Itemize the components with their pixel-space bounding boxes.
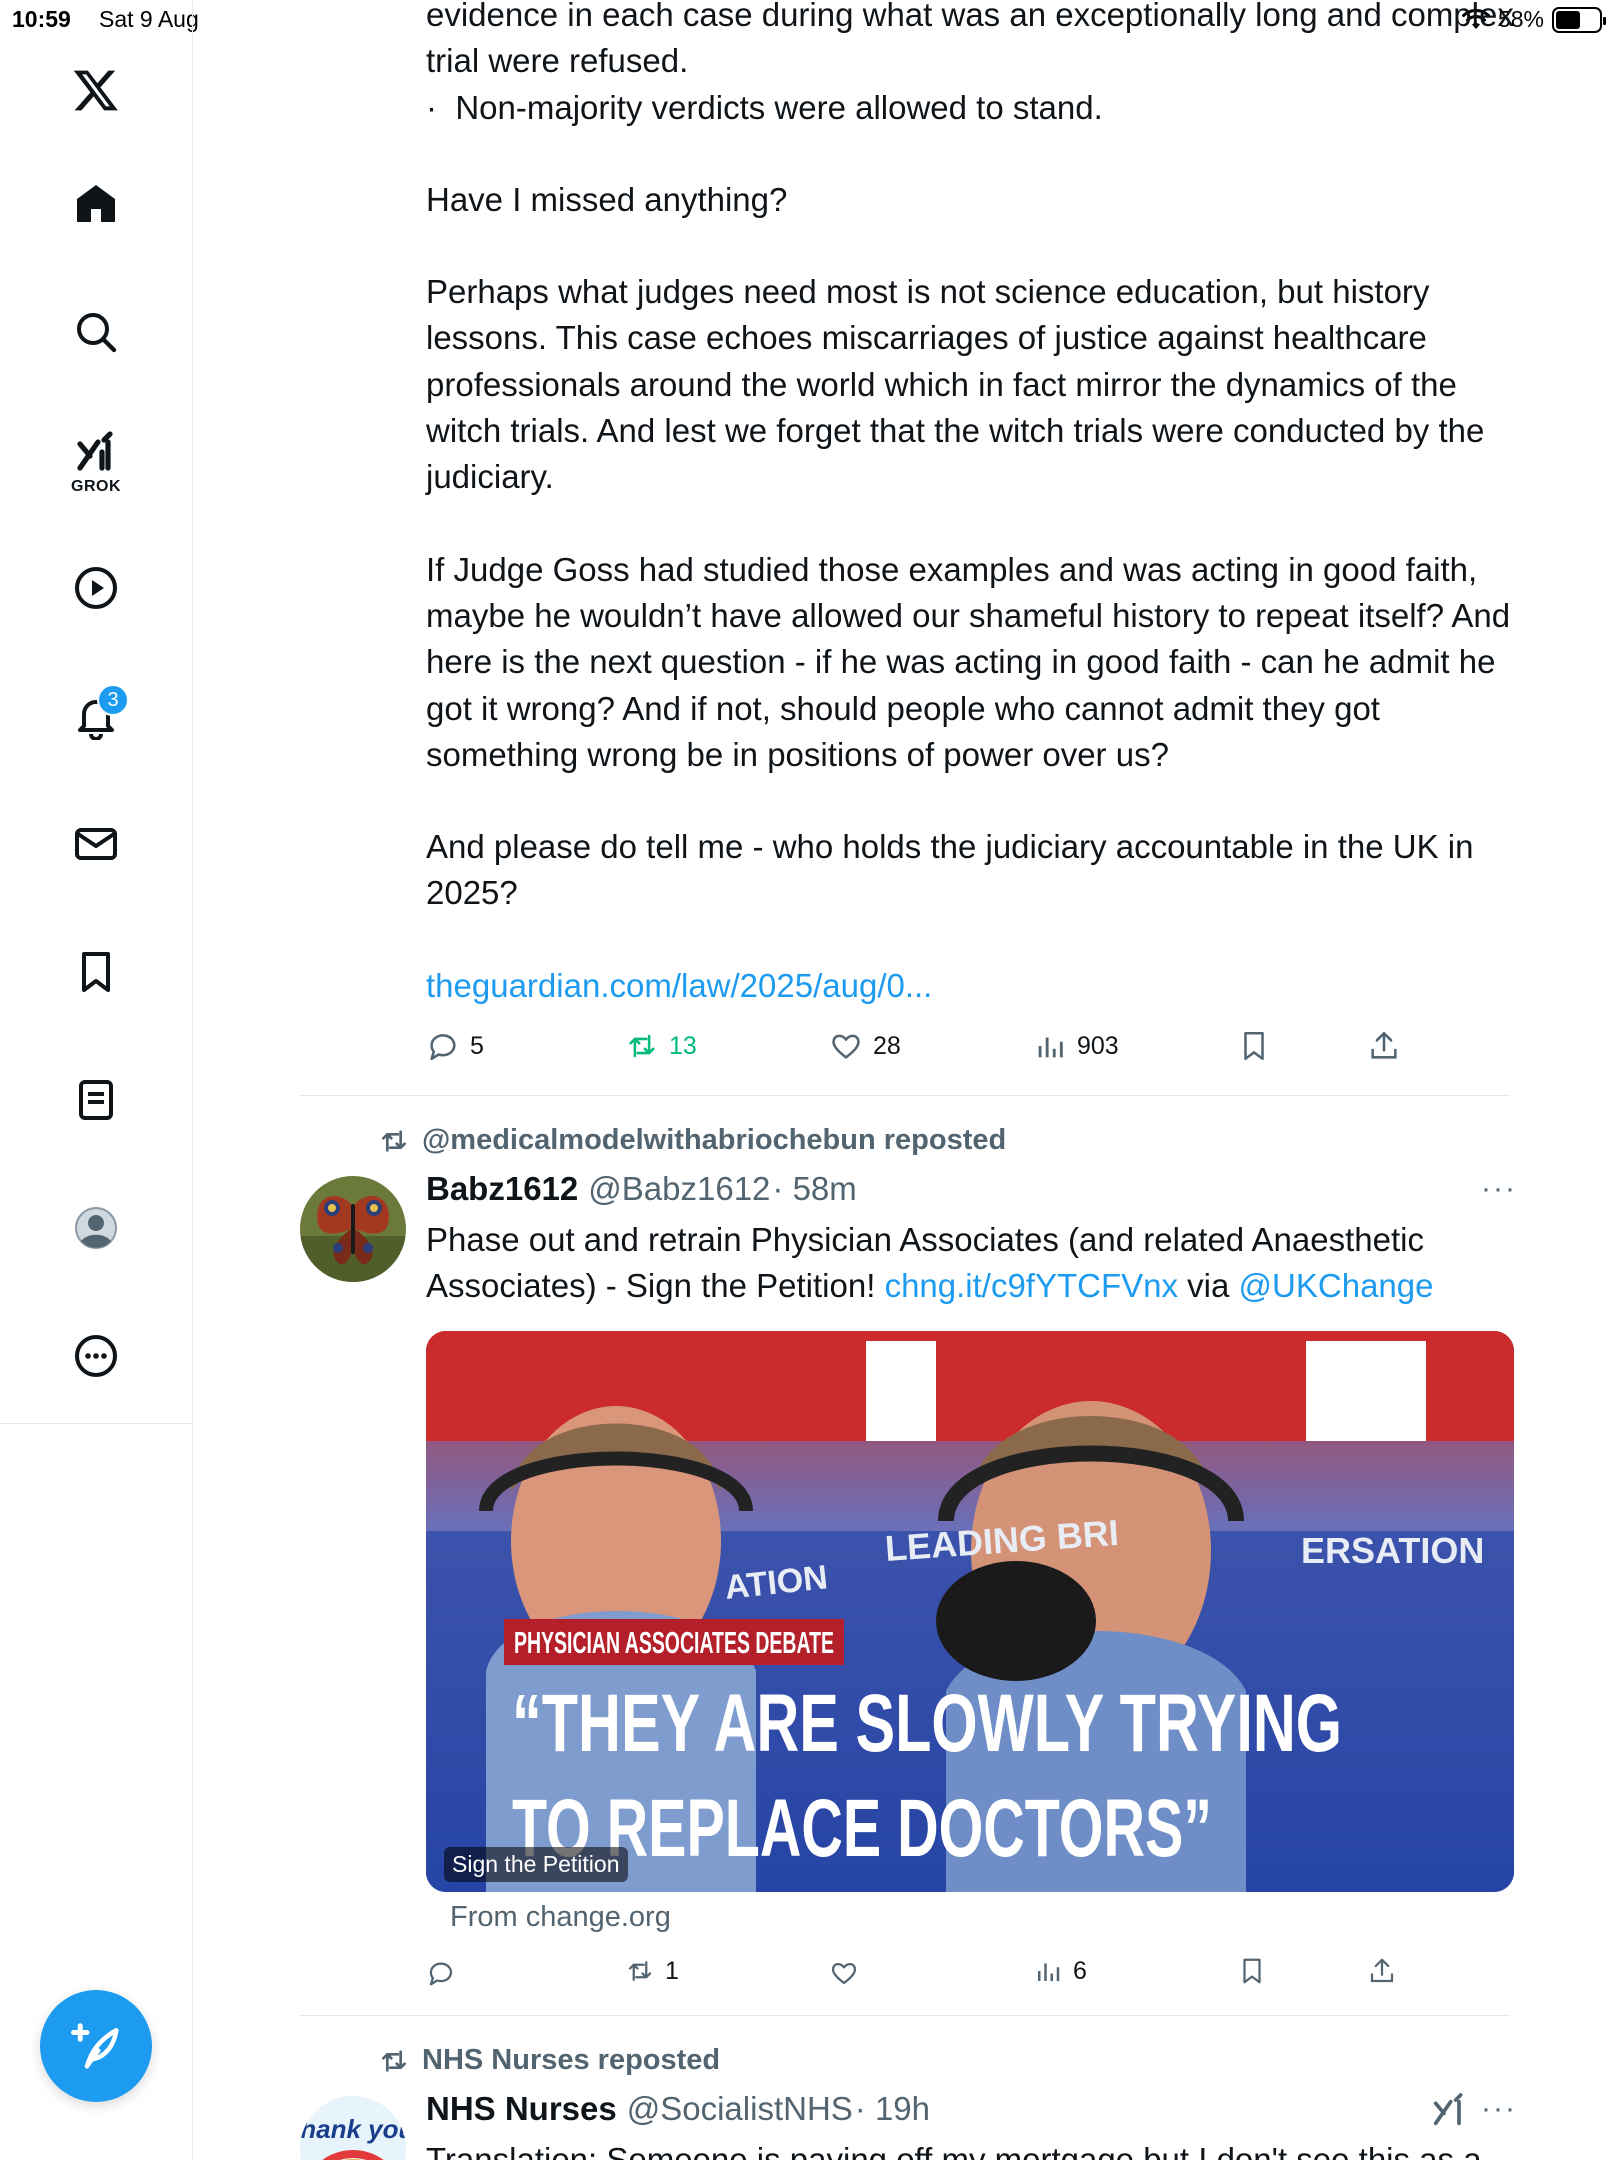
tweet1-text: evidence in each case during what was an… xyxy=(426,0,1526,1009)
repost-icon xyxy=(382,2049,406,2072)
views-count: 903 xyxy=(1077,1031,1119,1060)
repost-count: 13 xyxy=(669,1031,697,1060)
sidebar: GROK 3 xyxy=(0,0,193,2160)
repost-icon xyxy=(628,1961,652,1981)
tweet2-time[interactable]: · 58m xyxy=(772,1170,856,1208)
tweet2-avatar[interactable] xyxy=(300,1176,406,1282)
views-button[interactable]: 903 xyxy=(1033,1029,1119,1063)
heart-icon xyxy=(832,1034,860,1059)
card-banner-right: ERSATION xyxy=(1301,1530,1484,1571)
more-icon[interactable] xyxy=(62,1322,130,1390)
lists-icon[interactable] xyxy=(62,1066,130,1134)
compose-button[interactable] xyxy=(40,1990,152,2102)
tweet1-line: · Non-majority verdicts were allowed to … xyxy=(426,88,1103,126)
tweet3-author-name[interactable]: NHS Nurses xyxy=(426,2090,617,2128)
home-icon[interactable] xyxy=(62,170,130,238)
tweet2-author-name[interactable]: Babz1612 xyxy=(426,1170,578,1208)
share-button[interactable] xyxy=(1367,1029,1401,1063)
reply-count: 5 xyxy=(470,1031,484,1060)
card-title: Sign the Petition xyxy=(444,1847,628,1882)
bookmark-button[interactable] xyxy=(1237,1956,1267,1986)
card-image: LEADING BRI ATION ERSATION PHYSICIAN ASS… xyxy=(426,1331,1514,1892)
tweet2-link[interactable]: chng.it/c9fYTCFVnx xyxy=(885,1267,1178,1304)
share-icon xyxy=(1371,1031,1397,1059)
tweet3-text: Translation: Someone is paying off my mo… xyxy=(426,2141,1482,2160)
tweet3-avatar-text: thank you xyxy=(300,2114,406,2144)
timeline: evidence in each case during what was an… xyxy=(193,0,1620,2160)
views-icon xyxy=(1038,1963,1060,1981)
views-icon xyxy=(1038,1037,1063,1058)
bookmark-button[interactable] xyxy=(1237,1029,1271,1063)
tweet1-line: If Judge Goss had studied those examples… xyxy=(426,550,1520,773)
video-icon[interactable] xyxy=(62,554,130,622)
tweet2-author-handle[interactable]: @Babz1612 xyxy=(588,1170,770,1208)
sidebar-divider xyxy=(0,1423,193,1424)
tweet1-link[interactable]: theguardian.com/law/2025/aug/0... xyxy=(426,963,1526,1009)
card-tag: PHYSICIAN ASSOCIATES DEBATE xyxy=(514,1625,834,1660)
messages-icon[interactable] xyxy=(62,810,130,878)
reply-icon xyxy=(429,1962,453,1986)
tweet2-repost-by: @medicalmodelwithabriochebun reposted xyxy=(422,1124,1007,1156)
views-count: 6 xyxy=(1073,1956,1087,1985)
grok-explain-icon[interactable] xyxy=(1429,2090,1469,2130)
tweet2-more-button[interactable]: ··· xyxy=(1481,1172,1517,1206)
views-button[interactable]: 6 xyxy=(1033,1956,1087,1986)
repost-count: 1 xyxy=(665,1956,679,1985)
tweet3-time[interactable]: · 19h xyxy=(855,2090,930,2128)
tweet2-repost-context[interactable]: @medicalmodelwithabriochebun reposted xyxy=(378,1124,1006,1157)
compose-feather-icon xyxy=(71,2023,119,2069)
tweet1-line: And please do tell me - who holds the ju… xyxy=(426,828,1483,912)
tweet3-header: NHS Nurses @SocialistNHS · 19h xyxy=(426,2090,930,2128)
tweet3-repost-context[interactable]: NHS Nurses reposted xyxy=(378,2044,720,2077)
reply-icon xyxy=(430,1034,456,1061)
bookmark-icon xyxy=(1243,1958,1261,1984)
tweet3-repost-by: NHS Nurses reposted xyxy=(422,2044,721,2076)
bookmarks-icon[interactable] xyxy=(62,938,130,1006)
profile-icon[interactable] xyxy=(62,1194,130,1262)
like-button[interactable]: 28 xyxy=(829,1029,901,1063)
share-icon xyxy=(1370,1958,1394,1983)
like-button[interactable] xyxy=(829,1958,869,1988)
like-count: 28 xyxy=(873,1031,901,1060)
tweet-divider xyxy=(300,2015,1510,2016)
grok-label: GROK xyxy=(71,478,121,495)
x-logo-icon[interactable] xyxy=(62,56,130,124)
repost-button[interactable]: 1 xyxy=(625,1956,679,1986)
tweet2-link-card[interactable]: LEADING BRI ATION ERSATION PHYSICIAN ASS… xyxy=(426,1331,1514,1892)
tweet3-avatar[interactable]: thank you xyxy=(300,2096,406,2160)
bookmark-icon xyxy=(1244,1031,1264,1061)
reply-button[interactable]: 5 xyxy=(426,1029,484,1063)
tweet2-header: Babz1612 @Babz1612 · 58m xyxy=(426,1170,857,1208)
notifications-badge: 3 xyxy=(97,684,129,716)
tweet3-author-handle[interactable]: @SocialistNHS xyxy=(627,2090,853,2128)
heart-icon xyxy=(831,1962,857,1985)
tweet3-more-button[interactable]: ··· xyxy=(1481,2092,1517,2126)
share-button[interactable] xyxy=(1367,1956,1397,1986)
tweet1-line: evidence in each case during what was an… xyxy=(426,0,1524,80)
repost-icon xyxy=(382,1129,406,1152)
tweet-divider xyxy=(300,1095,1510,1096)
tweet1-line: Have I missed anything? xyxy=(426,180,788,218)
repost-button[interactable]: 13 xyxy=(625,1029,697,1063)
card-source[interactable]: From change.org xyxy=(450,1901,671,1934)
card-quote-line1: “THEY ARE SLOWLY TRYING xyxy=(512,1678,1342,1769)
tweet2-text: Phase out and retrain Physician Associat… xyxy=(426,1217,1516,1310)
tweet2-mention[interactable]: @UKChange xyxy=(1239,1267,1434,1304)
search-icon[interactable] xyxy=(62,298,130,366)
reply-button[interactable] xyxy=(426,1958,466,1988)
notifications-icon[interactable]: 3 xyxy=(62,682,130,750)
tweet1-line: Perhaps what judges need most is not sci… xyxy=(426,273,1494,496)
tweet2-text-via: via xyxy=(1178,1267,1239,1305)
repost-icon xyxy=(629,1034,655,1058)
grok-icon[interactable] xyxy=(62,418,130,486)
